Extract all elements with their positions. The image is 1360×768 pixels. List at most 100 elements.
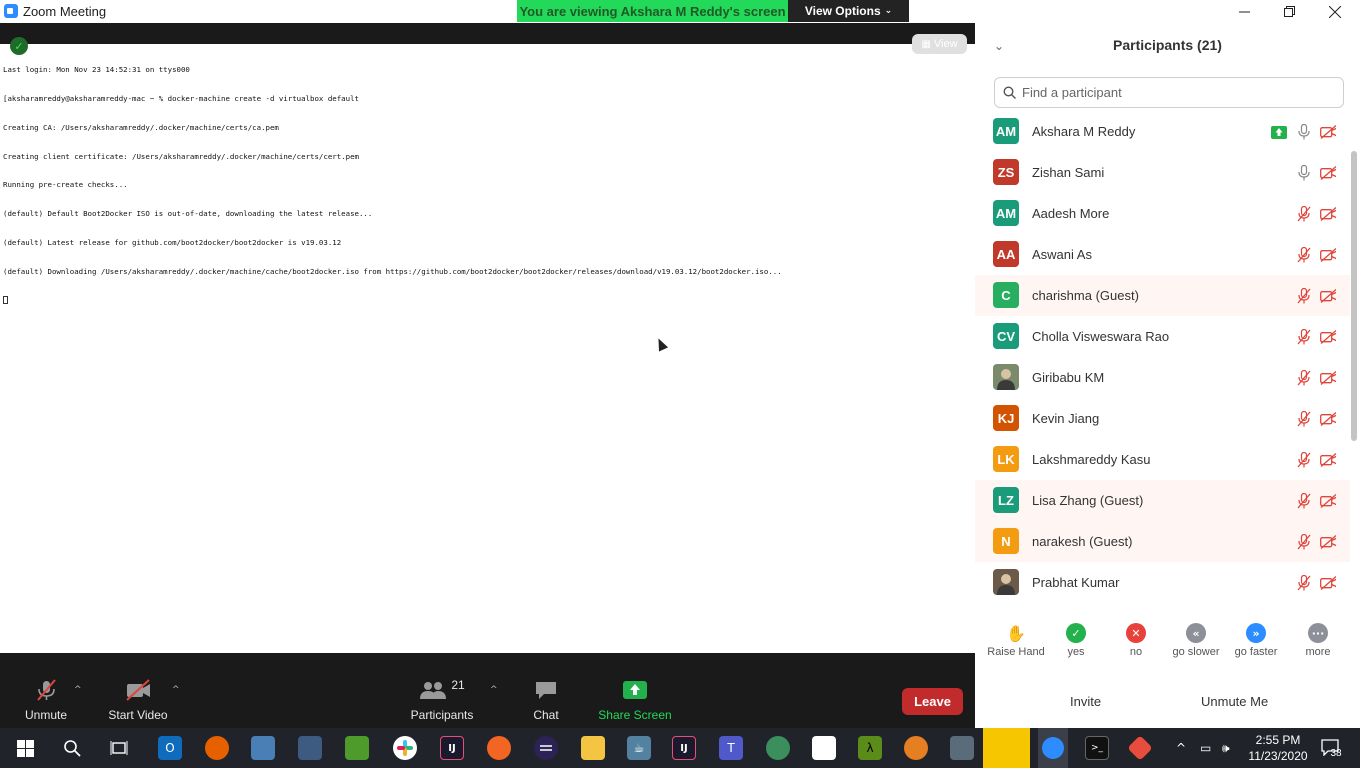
terminal-line: [aksharamreddy@aksharamreddy-mac ~ % doc… — [3, 93, 359, 103]
eclipse-icon[interactable] — [534, 736, 558, 760]
video-options-chevron-icon[interactable]: ^ — [172, 685, 180, 695]
participant-row[interactable]: KJ Kevin Jiang — [975, 398, 1350, 439]
share-screen-icon — [622, 679, 648, 701]
chat-button[interactable]: Chat — [524, 653, 568, 728]
encryption-shield-icon[interactable]: ✓ — [10, 37, 28, 55]
tiger-app-icon[interactable] — [904, 736, 928, 760]
participants-panel-header: ⌄ Participants (21) — [975, 23, 1360, 68]
participant-row[interactable]: Giribabu KM — [975, 357, 1350, 398]
reaction-label: more — [1305, 646, 1331, 658]
intellij-icon[interactable]: IJ — [440, 736, 464, 760]
reaction-label: Raise Hand — [987, 646, 1045, 658]
participant-search-box[interactable] — [994, 77, 1344, 108]
participant-row[interactable]: AM Akshara M Reddy — [975, 111, 1350, 152]
chevron-down-icon: ⌄ — [884, 6, 893, 16]
participant-row[interactable]: LK Lakshmareddy Kasu — [975, 439, 1350, 480]
video-off-icon — [1320, 329, 1336, 345]
microphone-muted-icon — [1296, 370, 1312, 386]
participant-list-scrollbar[interactable] — [1351, 113, 1357, 603]
network-app-icon[interactable] — [298, 736, 322, 760]
search-icon[interactable] — [60, 736, 84, 760]
reaction-no-button[interactable]: ✕ no — [1106, 623, 1166, 658]
globe-app-icon[interactable] — [766, 736, 790, 760]
taskbar-clock[interactable]: 2:55 PM 11/23/2020 — [1246, 732, 1310, 764]
slack-icon[interactable] — [393, 736, 417, 760]
restore-icon — [1283, 6, 1295, 17]
outlook-icon[interactable]: O — [158, 736, 182, 760]
participant-row[interactable]: ZS Zishan Sami — [975, 152, 1350, 193]
spreadsheet-app-icon[interactable] — [345, 736, 369, 760]
minimize-button[interactable] — [1221, 0, 1267, 23]
close-button[interactable] — [1312, 0, 1358, 23]
notification-count: 38 — [1330, 747, 1342, 759]
view-options-label: View Options — [804, 4, 881, 18]
participant-row[interactable]: Nnarakesh (Guest) — [975, 521, 1350, 562]
reaction-icon: ✋ — [1006, 623, 1026, 643]
search-icon — [1003, 86, 1016, 99]
view-options-button[interactable]: View Options ⌄ — [788, 0, 909, 22]
participant-search-input[interactable] — [1022, 85, 1322, 100]
microphone-muted-icon — [1296, 493, 1312, 509]
participants-options-chevron-icon[interactable]: ^ — [490, 685, 498, 695]
reaction-label: go slower — [1172, 646, 1220, 658]
reaction-raise-hand-button[interactable]: ✋ Raise Hand — [986, 623, 1046, 659]
video-off-icon — [1320, 452, 1336, 468]
reaction-go-faster-button[interactable]: » go faster — [1226, 623, 1286, 658]
video-off-icon — [1320, 575, 1336, 591]
show-hidden-icons-chevron-icon[interactable]: ^ — [1176, 728, 1186, 768]
maximize-button[interactable] — [1266, 0, 1312, 23]
video-off-icon — [1320, 206, 1336, 222]
participant-row[interactable]: AM Aadesh More — [975, 193, 1350, 234]
teams-icon[interactable]: T — [719, 736, 743, 760]
leave-button[interactable]: Leave — [902, 688, 963, 715]
scrollbar-thumb[interactable] — [1351, 151, 1357, 441]
unmute-button[interactable]: Unmute — [20, 653, 72, 728]
network-icon[interactable]: ▭ — [1200, 728, 1211, 768]
notifications-icon[interactable]: 38 — [1320, 738, 1344, 759]
volume-icon[interactable]: 🕪 — [1222, 728, 1230, 768]
audio-options-chevron-icon[interactable]: ^ — [74, 685, 82, 695]
postman-icon[interactable] — [487, 736, 511, 760]
participant-avatar: AM — [993, 118, 1019, 144]
participant-row[interactable]: LZ Lisa Zhang (Guest) — [975, 480, 1350, 521]
lambda-app-icon[interactable]: λ — [858, 736, 882, 760]
firefox-icon[interactable] — [205, 736, 229, 760]
unmute-me-button[interactable]: Unmute Me — [1194, 688, 1276, 714]
participants-button[interactable]: 21 Participants — [408, 653, 476, 728]
start-video-button[interactable]: Start Video — [105, 653, 171, 728]
git-app-icon[interactable] — [1127, 735, 1153, 761]
video-off-icon — [1320, 288, 1336, 304]
terminal-icon[interactable]: >_ — [1085, 736, 1109, 760]
zoom-taskbar-icon[interactable] — [1038, 728, 1068, 768]
participant-row[interactable]: AA Aswani As — [975, 234, 1350, 275]
chat-bubble-icon — [534, 679, 558, 701]
microphone-muted-icon — [1296, 452, 1312, 468]
view-button[interactable]: ▦ View — [912, 34, 967, 54]
minimize-icon — [1238, 11, 1250, 13]
participant-row[interactable]: Ccharishma (Guest) — [975, 275, 1350, 316]
participant-avatar: AM — [993, 200, 1019, 226]
participant-name: charishma (Guest) — [1032, 288, 1139, 303]
sticky-notes-icon[interactable] — [983, 728, 1030, 768]
reaction-go-slower-button[interactable]: « go slower — [1166, 623, 1226, 658]
app-window-icon[interactable] — [251, 736, 275, 760]
reaction-yes-button[interactable]: ✓ yes — [1046, 623, 1106, 658]
participant-name: Cholla Visweswara Rao — [1032, 329, 1170, 344]
windows-start-icon[interactable] — [13, 736, 37, 760]
reaction-icon: ✕ — [1126, 623, 1146, 643]
java-icon[interactable]: ☕ — [627, 736, 651, 760]
robot-app-icon[interactable] — [950, 736, 974, 760]
reaction-more-button[interactable]: ··· more — [1288, 623, 1348, 658]
share-screen-button[interactable]: Share Screen — [598, 653, 672, 728]
microphone-muted-icon — [1296, 206, 1312, 222]
invite-button[interactable]: Invite — [1063, 688, 1109, 714]
participant-name: narakesh (Guest) — [1032, 534, 1133, 549]
file-explorer-icon[interactable] — [581, 736, 605, 760]
participant-row[interactable]: Prabhat Kumar — [975, 562, 1350, 603]
participant-row[interactable]: CV Cholla Visweswara Rao — [975, 316, 1350, 357]
intellij-community-icon[interactable]: IJ — [672, 736, 696, 760]
participants-panel: ⌄ Participants (21) AMAkshara M ReddyZSZ… — [975, 23, 1360, 728]
reaction-icon: ··· — [1308, 623, 1328, 643]
task-view-icon[interactable] — [107, 736, 131, 760]
document-icon[interactable] — [812, 736, 836, 760]
